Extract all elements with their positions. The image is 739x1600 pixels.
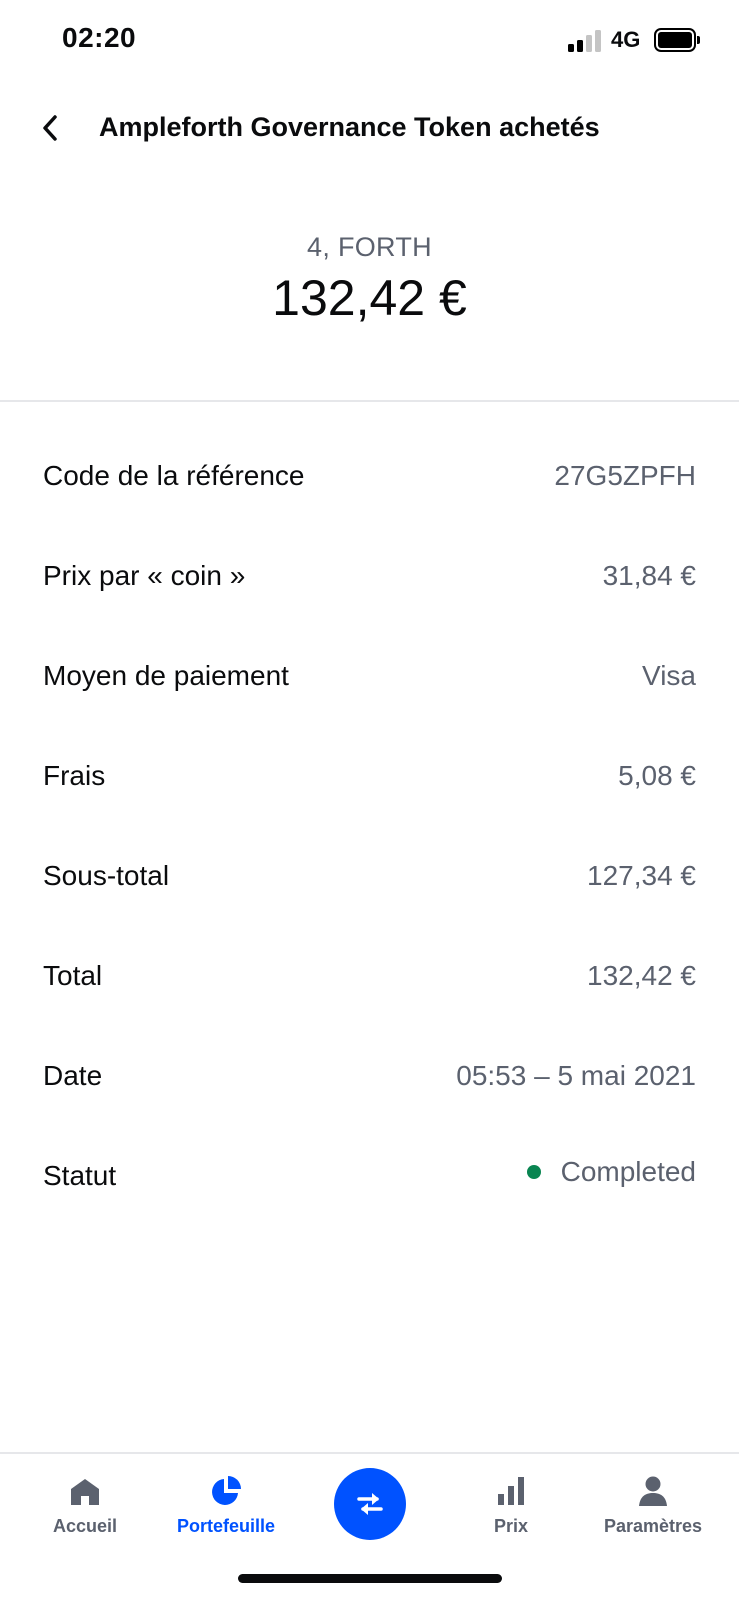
detail-label: Total bbox=[43, 960, 103, 991]
detail-row-total: Total 132,42 € bbox=[0, 930, 739, 1030]
house-icon bbox=[71, 1479, 99, 1505]
detail-label: Frais bbox=[43, 760, 106, 791]
chevron-left-icon bbox=[43, 115, 57, 141]
status-time: 02:20 bbox=[62, 22, 137, 53]
nav-label-home: Accueil bbox=[52, 1516, 118, 1536]
nav-label-portfolio: Portefeuille bbox=[176, 1516, 276, 1536]
person-icon bbox=[639, 1476, 667, 1506]
fiat-amount: 132,42 € bbox=[272, 270, 467, 326]
detail-label: Moyen de paiement bbox=[43, 660, 289, 691]
back-button[interactable] bbox=[30, 104, 70, 152]
nav-item-settings[interactable]: Paramètres bbox=[583, 1474, 723, 1537]
trade-button[interactable] bbox=[334, 1468, 406, 1540]
status-text: Completed bbox=[560, 1156, 696, 1187]
transaction-detail-screen: 02:20 4G Ampleforth Governance Token ach… bbox=[0, 0, 739, 1600]
status-bar: 02:20 4G bbox=[0, 0, 739, 82]
nav-label-settings: Paramètres bbox=[603, 1516, 703, 1536]
battery-icon bbox=[654, 28, 700, 52]
detail-value: Visa bbox=[642, 660, 696, 691]
detail-value: 27G5ZPFH bbox=[554, 460, 696, 491]
amount-summary: 4, FORTH 132,42 € bbox=[0, 232, 739, 327]
crypto-amount: 4, FORTH bbox=[307, 232, 432, 262]
detail-value: 05:53 – 5 mai 2021 bbox=[456, 1060, 696, 1091]
nav-item-home[interactable]: Accueil bbox=[15, 1474, 155, 1537]
detail-value: 5,08 € bbox=[618, 760, 696, 791]
swap-arrows-icon bbox=[357, 1493, 383, 1515]
detail-row-price-per-coin: Prix par « coin » 31,84 € bbox=[0, 530, 739, 630]
detail-label: Prix par « coin » bbox=[43, 560, 246, 591]
page-title: Ampleforth Governance Token achetés bbox=[99, 112, 600, 142]
detail-row-reference: Code de la référence 27G5ZPFH bbox=[0, 430, 739, 530]
transaction-details: Code de la référence 27G5ZPFH Prix par «… bbox=[0, 430, 739, 1230]
network-type: 4G bbox=[611, 27, 641, 52]
status-dot-icon bbox=[526, 1165, 541, 1179]
header: Ampleforth Governance Token achetés bbox=[0, 96, 739, 160]
detail-value: 127,34 € bbox=[587, 860, 696, 891]
detail-row-payment-method: Moyen de paiement Visa bbox=[0, 630, 739, 730]
detail-label: Code de la référence bbox=[43, 460, 305, 491]
nav-item-portfolio[interactable]: Portefeuille bbox=[156, 1474, 296, 1537]
status-badge: Completed bbox=[526, 1156, 696, 1188]
signal-strength-icon bbox=[568, 30, 602, 52]
detail-label: Statut bbox=[43, 1160, 117, 1191]
detail-label: Date bbox=[43, 1060, 103, 1091]
detail-row-subtotal: Sous-total 127,34 € bbox=[0, 830, 739, 930]
nav-label-prices: Prix bbox=[493, 1516, 529, 1536]
detail-row-status: Statut Completed bbox=[0, 1130, 739, 1230]
detail-label: Sous-total bbox=[43, 860, 170, 891]
detail-value: 31,84 € bbox=[602, 560, 696, 591]
detail-row-fees: Frais 5,08 € bbox=[0, 730, 739, 830]
bar-chart-icon bbox=[498, 1477, 524, 1505]
pie-chart-icon bbox=[212, 1476, 241, 1505]
detail-row-date: Date 05:53 – 5 mai 2021 bbox=[0, 1030, 739, 1130]
home-indicator bbox=[238, 1574, 502, 1583]
divider bbox=[0, 400, 739, 402]
nav-item-prices[interactable]: Prix bbox=[441, 1474, 581, 1537]
detail-value: 132,42 € bbox=[587, 960, 696, 991]
